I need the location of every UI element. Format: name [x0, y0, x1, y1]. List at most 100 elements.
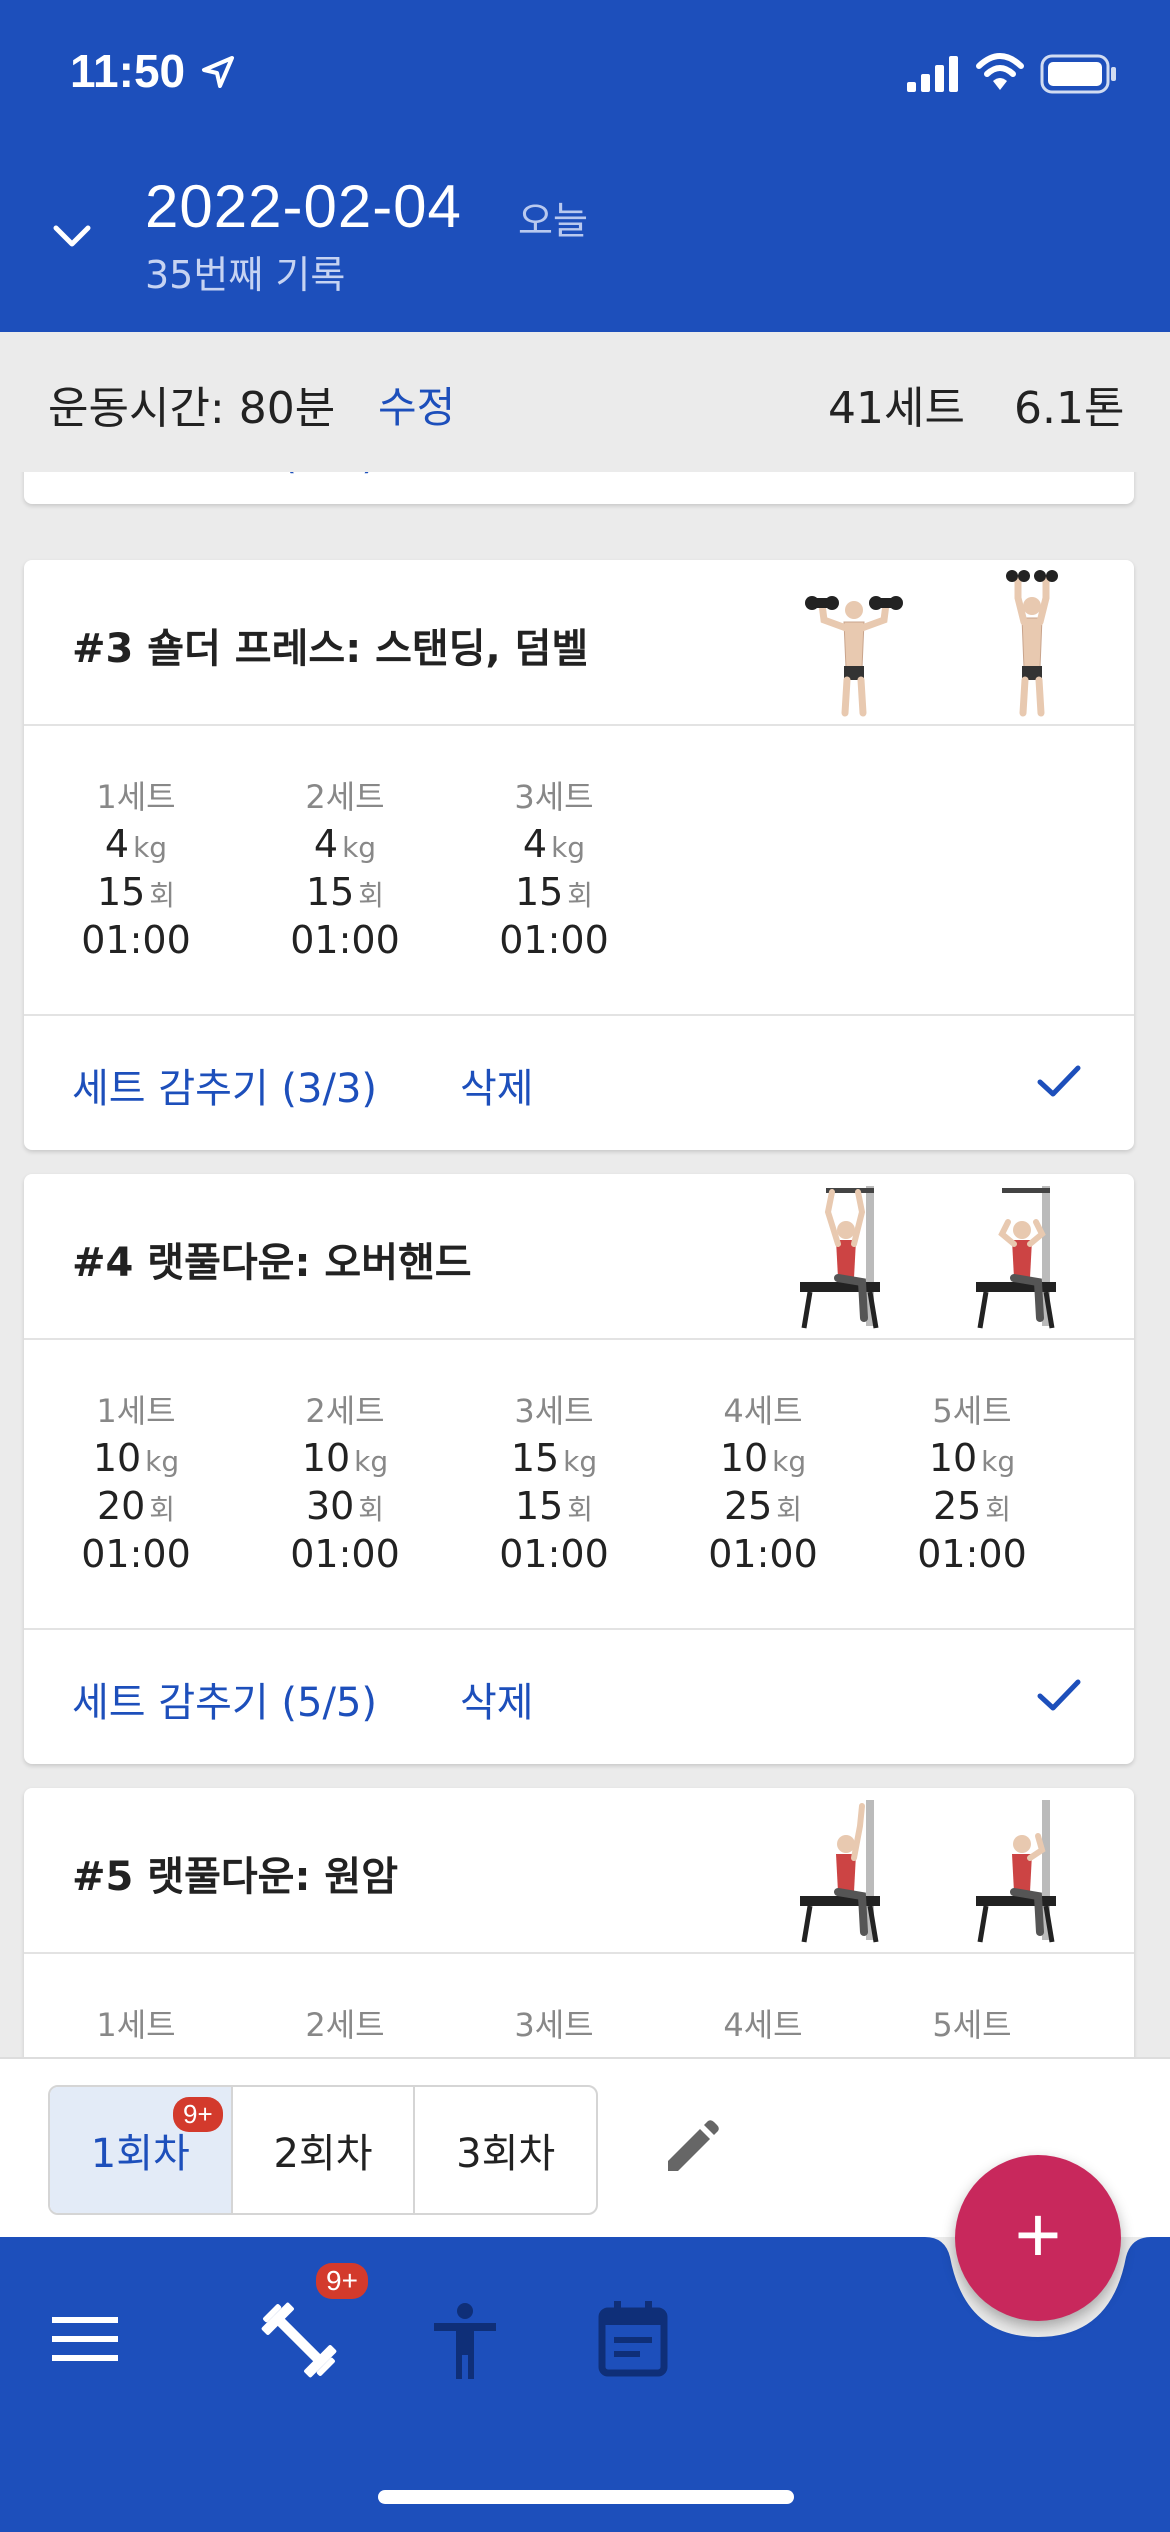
- set-label: 5세트: [932, 1392, 1012, 1430]
- total-sets: 41세트: [828, 383, 965, 434]
- one-arm-pulldown-end-illustration: [976, 1800, 1056, 1943]
- workout-date: 2022-02-04: [145, 173, 462, 240]
- exercise-card-header[interactable]: #3 숄더 프레스: 스탠딩, 덤벨: [24, 560, 1134, 726]
- one-arm-pulldown-start-illustration: [800, 1800, 880, 1943]
- set-column[interactable]: 1세트: [71, 2000, 201, 2050]
- location-arrow-icon: [202, 56, 234, 88]
- set-grid: 1세트 4 kg 15 회 01:00 2세트 4 kg 15 회 01:00 3세트 …: [24, 726, 1134, 1016]
- set-weight: 4 kg: [522, 822, 586, 866]
- add-label: +: [1014, 2190, 1062, 2279]
- session-badge: 9+: [173, 2097, 223, 2132]
- set-label: 3세트: [514, 778, 594, 816]
- exercise-card-footer: 세트 감추기 (5/5) 삭제: [24, 1630, 1134, 1760]
- session-tab-1[interactable]: 1회차 9+: [50, 2087, 233, 2213]
- set-label: 1세트: [96, 2006, 176, 2044]
- set-grid: 1세트 10 kg 20 회 01:00 2세트 10 kg 30 회 01:00 3세…: [24, 1340, 1134, 1630]
- delete-exercise-button[interactable]: 삭제: [460, 472, 534, 480]
- pencil-edit-icon[interactable]: [660, 2117, 722, 2179]
- set-column[interactable]: 3세트 4 kg 15 회 01:00: [489, 772, 619, 966]
- session-tab-2[interactable]: 2회차: [233, 2087, 416, 2213]
- set-weight: 10 kg: [928, 1436, 1016, 1480]
- set-weight: 4 kg: [104, 822, 168, 866]
- set-column[interactable]: 4세트: [698, 2000, 828, 2050]
- set-weight: 10 kg: [92, 1436, 180, 1480]
- calendar-icon[interactable]: [598, 2301, 668, 2377]
- status-time: 11:50: [70, 45, 186, 97]
- set-time: 01:00: [290, 918, 400, 962]
- exercise-title: #4 랫풀다운: 오버핸드: [72, 1240, 472, 1286]
- set-reps: 15 회: [305, 870, 385, 914]
- set-weight: 10 kg: [301, 1436, 389, 1480]
- delete-exercise-button[interactable]: 삭제: [460, 1670, 534, 1728]
- delete-exercise-button[interactable]: 삭제: [460, 1056, 534, 1114]
- set-label: 3세트: [514, 2006, 594, 2044]
- dumbbell-icon[interactable]: [258, 2299, 340, 2381]
- wifi-icon: [976, 53, 1024, 90]
- battery-icon: [1040, 54, 1116, 94]
- shoulder-press-end-illustration: [1006, 570, 1058, 717]
- set-time: 01:00: [499, 1532, 609, 1576]
- hide-sets-button[interactable]: 세트 감추기 (5/5): [72, 1670, 377, 1728]
- session-segmented-control: 1회차 9+ 2회차 3회차: [48, 2085, 598, 2215]
- lat-pulldown-start-illustration: [800, 1186, 880, 1329]
- app-header: 11:50 2022-02-04 오늘 35번째 기록: [0, 0, 1170, 332]
- set-reps: 30 회: [305, 1484, 385, 1528]
- set-label: 1세트: [96, 1392, 176, 1430]
- set-label: 2세트: [305, 2006, 385, 2044]
- set-column[interactable]: 2세트 4 kg 15 회 01:00: [280, 772, 410, 966]
- check-icon[interactable]: [1034, 1674, 1084, 1716]
- shoulder-press-start-illustration: [805, 596, 903, 717]
- session-tab-3[interactable]: 3회차: [415, 2087, 596, 2213]
- exercise-card-header[interactable]: #5 랫풀다운: 원암: [24, 1788, 1134, 1954]
- set-time: 01:00: [917, 1532, 1027, 1576]
- total-tonnage: 6.1톤: [1014, 383, 1125, 434]
- add-exercise-button[interactable]: +: [955, 2155, 1121, 2321]
- exercise-title: #5 랫풀다운: 원암: [72, 1854, 398, 1900]
- set-label: 5세트: [932, 2006, 1012, 2044]
- hide-sets-button[interactable]: 세트 감추기 (3/3): [72, 1056, 377, 1114]
- edit-duration-button[interactable]: 수정: [378, 374, 455, 435]
- exercise-title: #3 숄더 프레스: 스탠딩, 덤벨: [72, 626, 589, 672]
- set-reps: 25 회: [932, 1484, 1012, 1528]
- workout-summary: 운동시간: 80분 수정 41세트 6.1톤: [0, 332, 1170, 472]
- set-grid: 1세트 2세트 3세트 4세트 5세트: [24, 1954, 1134, 2057]
- cellular-signal-icon: [907, 56, 958, 92]
- exercise-list[interactable]: 세트 감추기 (3/3) 삭제 #3 숄더 프레스: 스탠딩, 덤벨: [0, 472, 1170, 2057]
- set-time: 01:00: [708, 1532, 818, 1576]
- collapse-chevron-button[interactable]: [44, 208, 100, 264]
- set-column[interactable]: 3세트 15 kg 15 회 01:00: [489, 1386, 619, 1580]
- exercise-card-partial: 세트 감추기 (3/3) 삭제: [24, 472, 1134, 504]
- hide-sets-button[interactable]: 세트 감추기 (3/3): [72, 472, 377, 480]
- set-weight: 10 kg: [719, 1436, 807, 1480]
- set-time: 01:00: [81, 918, 191, 962]
- person-body-icon[interactable]: [430, 2301, 500, 2381]
- exercise-card-header[interactable]: #4 랫풀다운: 오버핸드: [24, 1174, 1134, 1340]
- workout-badge: 9+: [316, 2263, 368, 2299]
- set-time: 01:00: [81, 1532, 191, 1576]
- set-reps: 20 회: [96, 1484, 176, 1528]
- set-reps: 15 회: [514, 1484, 594, 1528]
- set-column[interactable]: 3세트: [489, 2000, 619, 2050]
- set-column[interactable]: 4세트 10 kg 25 회 01:00: [698, 1386, 828, 1580]
- status-bar: 11:50: [0, 0, 1170, 150]
- exercise-card-footer: 세트 감추기 (3/3) 삭제: [24, 1016, 1134, 1146]
- check-icon[interactable]: [1034, 1060, 1084, 1102]
- exercise-card-lat-pulldown-overhand: #4 랫풀다운: 오버핸드 1세트 10 kg 20 회 01:00 2세트 1…: [24, 1174, 1134, 1764]
- home-indicator[interactable]: [378, 2490, 794, 2504]
- set-label: 4세트: [723, 1392, 803, 1430]
- set-weight: 4 kg: [313, 822, 377, 866]
- set-label: 1세트: [96, 778, 176, 816]
- workout-duration: 운동시간: 80분: [48, 383, 336, 434]
- set-weight: 15 kg: [510, 1436, 598, 1480]
- set-column[interactable]: 2세트: [280, 2000, 410, 2050]
- set-time: 01:00: [290, 1532, 400, 1576]
- set-column[interactable]: 1세트 4 kg 15 회 01:00: [71, 772, 201, 966]
- set-column[interactable]: 2세트 10 kg 30 회 01:00: [280, 1386, 410, 1580]
- set-column[interactable]: 5세트 10 kg 25 회 01:00: [907, 1386, 1037, 1580]
- set-column[interactable]: 1세트 10 kg 20 회 01:00: [71, 1386, 201, 1580]
- set-label: 3세트: [514, 1392, 594, 1430]
- set-column[interactable]: 5세트: [907, 2000, 1037, 2050]
- set-reps: 15 회: [514, 870, 594, 914]
- set-reps: 15 회: [96, 870, 176, 914]
- menu-icon[interactable]: [50, 2309, 120, 2369]
